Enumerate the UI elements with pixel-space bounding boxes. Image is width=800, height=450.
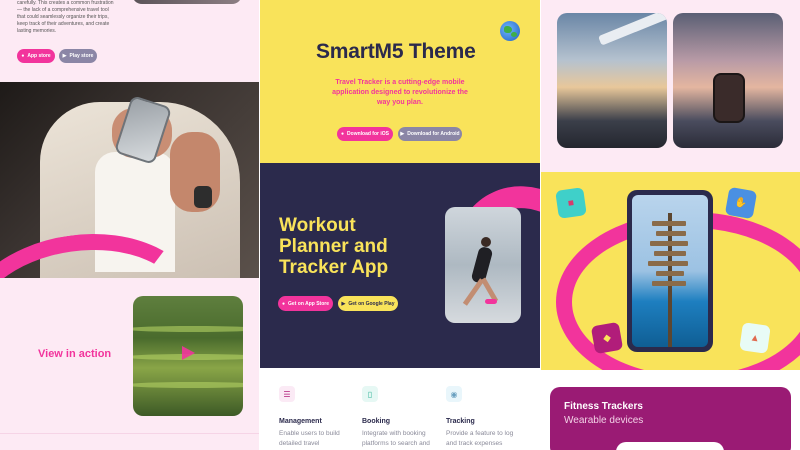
- phone-showcase-section: ■ ✋ ◆ ▲: [541, 172, 800, 370]
- fitness-cta-button[interactable]: [616, 442, 724, 450]
- feature-title: Tracking: [446, 418, 475, 425]
- feature-tracking: ◉ Tracking Provide a feature to log and …: [446, 386, 524, 449]
- smartwatch-sunset-photo: [673, 13, 783, 148]
- feature-title: Management: [279, 418, 322, 425]
- download-android-label: Download for Android: [407, 131, 460, 137]
- apple-icon: ●: [21, 53, 25, 59]
- intro-paragraph: carefully. This creates a common frustra…: [17, 0, 114, 34]
- app-store-label: App store: [27, 53, 51, 59]
- app-store-button[interactable]: ● App store: [17, 49, 55, 63]
- fitness-card: Fitness Trackers Wearable devices: [550, 387, 791, 450]
- middle-panel: SmartM5 Theme Travel Tracker is a cuttin…: [260, 0, 540, 450]
- page-title: SmartM5 Theme: [316, 40, 476, 63]
- hero-section: SmartM5 Theme Travel Tracker is a cuttin…: [260, 0, 540, 163]
- view-in-action-heading: View in action: [38, 348, 112, 360]
- workout-section: Workout Planner and Tracker App ● Get on…: [260, 163, 540, 368]
- get-app-store-button[interactable]: ● Get on App Store: [278, 296, 333, 311]
- play-icon: ▶: [400, 131, 405, 137]
- bag-icon: ◆: [590, 321, 624, 355]
- apple-icon: ●: [341, 131, 345, 137]
- signpost-photo: [632, 195, 708, 347]
- download-android-button[interactable]: ▶ Download for Android: [398, 127, 462, 141]
- play-icon: ▶: [62, 53, 67, 59]
- fitness-subtitle: Wearable devices: [564, 415, 644, 426]
- runner-photo: [445, 207, 521, 323]
- eye-icon: ◉: [446, 386, 462, 402]
- hand-icon: ✋: [724, 186, 758, 220]
- wristwatch-image: [194, 186, 212, 208]
- feature-title: Booking: [362, 418, 390, 425]
- globe-icon: [500, 21, 520, 41]
- play-store-label: Play store: [69, 53, 94, 59]
- apple-icon: ●: [282, 300, 286, 307]
- feature-desc: Enable users to build detailed travel: [279, 430, 340, 447]
- feature-desc: Provide a feature to log and track expen…: [446, 430, 514, 447]
- fitness-section: Fitness Trackers Wearable devices: [541, 370, 800, 450]
- document-icon: ▯: [362, 386, 378, 402]
- left-intro-section: carefully. This creates a common frustra…: [0, 0, 259, 82]
- left-panel: carefully. This creates a common frustra…: [0, 0, 259, 450]
- features-section: ☰ Management Enable users to build detai…: [260, 368, 540, 450]
- photo-gallery: [541, 0, 800, 172]
- download-ios-button[interactable]: ● Download for iOS: [337, 127, 393, 141]
- fitness-title: Fitness Trackers: [564, 401, 643, 412]
- feature-booking: ▯ Booking Integrate with booking platfor…: [362, 386, 440, 449]
- workout-heading: Workout Planner and Tracker App: [279, 215, 389, 278]
- partial-photo: [132, 0, 242, 4]
- tent-icon: ▲: [739, 322, 771, 354]
- feature-management: ☰ Management Enable users to build detai…: [279, 386, 357, 449]
- car-icon: ■: [555, 187, 587, 219]
- play-video-icon[interactable]: [182, 346, 195, 360]
- get-google-play-label: Get on Google Play: [348, 300, 395, 307]
- download-ios-label: Download for iOS: [347, 131, 389, 137]
- phone-mockup: [627, 190, 713, 352]
- hero-description: Travel Tracker is a cutting-edge mobile …: [332, 79, 468, 106]
- feature-desc: Integrate with booking platforms to sear…: [362, 430, 430, 447]
- get-app-store-label: Get on App Store: [288, 300, 329, 307]
- layers-icon: ☰: [279, 386, 295, 402]
- get-google-play-button[interactable]: ▶ Get on Google Play: [338, 296, 398, 311]
- right-panel: ■ ✋ ◆ ▲ Fitness Trackers Wearable device…: [541, 0, 800, 450]
- airplane-window-photo: [557, 13, 667, 148]
- play-store-button[interactable]: ▶ Play store: [59, 49, 97, 63]
- play-icon: ▶: [341, 300, 346, 307]
